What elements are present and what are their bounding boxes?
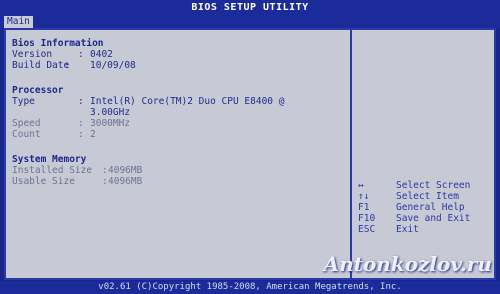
- copyright-footer: v02.61 (C)Copyright 1985-2008, American …: [0, 281, 500, 294]
- version-value: 0402: [90, 49, 113, 60]
- build-date-sep: :: [64, 60, 70, 71]
- help-action: Exit: [396, 224, 419, 235]
- cpu-count-row: Count : 2: [12, 129, 346, 140]
- arrow-left-right-icon: ↔: [358, 180, 364, 191]
- processor-heading: Processor: [12, 85, 346, 96]
- help-row: ↑↓ Select Item: [358, 191, 493, 202]
- watermark-logo: Antonkozlov.ru: [324, 254, 492, 274]
- bios-info-heading: Bios Information: [12, 38, 346, 49]
- arrow-up-down-icon: ↑↓: [358, 191, 370, 202]
- version-label: Version: [12, 49, 53, 60]
- help-row: ↔ Select Screen: [358, 180, 493, 191]
- installed-size-label: Installed Size: [12, 165, 93, 176]
- cpu-speed-value: 3000MHz: [90, 118, 131, 129]
- memory-heading-text: System Memory: [12, 154, 87, 165]
- watermark-text: Antonkozlov.ru: [323, 252, 492, 276]
- cpu-count-sep: :: [78, 129, 84, 140]
- cpu-type-value-2: 3.00GHz: [90, 107, 131, 118]
- help-column: ↔ Select Screen ↑↓ Select Item F1 Genera…: [358, 180, 493, 235]
- usable-size-row: Usable Size : 4096MB: [12, 176, 346, 187]
- panel-divider: [350, 30, 352, 278]
- main-panel: Bios Information Version : 0402 Build Da…: [4, 28, 496, 280]
- cpu-speed-row: Speed : 3000MHz: [12, 118, 346, 129]
- build-date-row: Build Date : 10/09/08: [12, 60, 346, 71]
- title-bar: BIOS SETUP UTILITY: [0, 0, 500, 16]
- version-row: Version : 0402: [12, 49, 346, 60]
- memory-heading: System Memory: [12, 154, 346, 165]
- tab-main-label: Main: [7, 16, 30, 27]
- help-action: Save and Exit: [396, 213, 471, 224]
- cpu-count-label: Count: [12, 129, 41, 140]
- cpu-speed-label: Speed: [12, 118, 41, 129]
- installed-size-sep: :: [102, 165, 108, 176]
- version-sep: :: [78, 49, 84, 60]
- app-title: BIOS SETUP UTILITY: [191, 2, 309, 13]
- help-key: F10: [358, 213, 376, 224]
- help-action: General Help: [396, 202, 465, 213]
- bios-info-heading-text: Bios Information: [12, 38, 104, 49]
- help-row: ESC Exit: [358, 224, 493, 235]
- help-action: Select Screen: [396, 180, 471, 191]
- processor-heading-text: Processor: [12, 85, 64, 96]
- info-column: Bios Information Version : 0402 Build Da…: [12, 38, 346, 187]
- cpu-type-sep: :: [78, 96, 84, 107]
- usable-size-value: 4096MB: [108, 176, 143, 187]
- installed-size-row: Installed Size : 4096MB: [12, 165, 346, 176]
- copyright-text: v02.61 (C)Copyright 1985-2008, American …: [98, 282, 402, 292]
- tab-bar: Main: [0, 16, 500, 28]
- build-date-value: 10/09/08: [90, 60, 136, 71]
- cpu-type-value: Intel(R) Core(TM)2 Duo CPU E8400 @: [90, 96, 285, 107]
- help-key: F1: [358, 202, 370, 213]
- cpu-type-row-2: 3.00GHz: [12, 107, 346, 118]
- cpu-type-row: Type : Intel(R) Core(TM)2 Duo CPU E8400 …: [12, 96, 346, 107]
- help-key: ESC: [358, 224, 376, 235]
- bios-screen: BIOS SETUP UTILITY Main Bios Information…: [0, 0, 500, 294]
- build-date-label: Build Date: [12, 60, 70, 71]
- cpu-count-value: 2: [90, 129, 96, 140]
- help-row: F10 Save and Exit: [358, 213, 493, 224]
- help-row: F1 General Help: [358, 202, 493, 213]
- usable-size-label: Usable Size: [12, 176, 75, 187]
- usable-size-sep: :: [102, 176, 108, 187]
- cpu-type-label: Type: [12, 96, 35, 107]
- tab-main[interactable]: Main: [4, 16, 33, 28]
- help-action: Select Item: [396, 191, 459, 202]
- cpu-speed-sep: :: [78, 118, 84, 129]
- installed-size-value: 4096MB: [108, 165, 143, 176]
